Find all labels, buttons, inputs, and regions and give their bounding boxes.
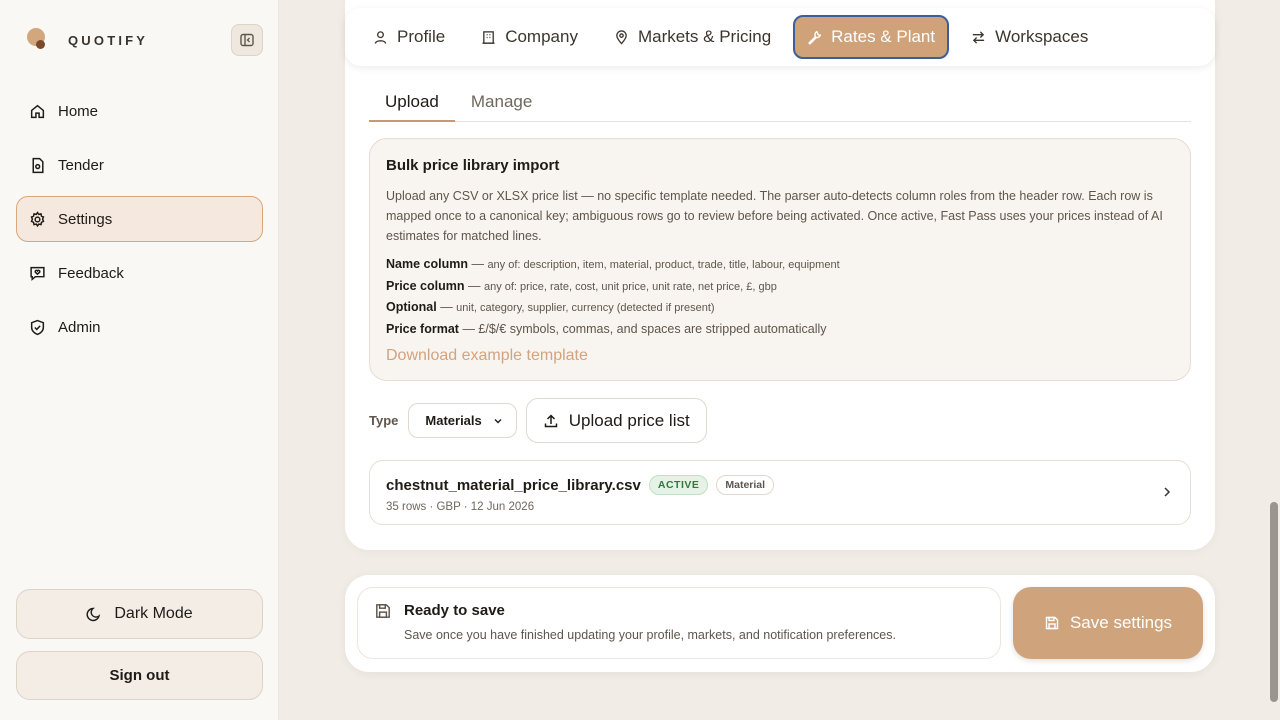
rule-label: Optional (386, 300, 437, 314)
rule-label: Price column (386, 278, 465, 293)
upload-icon (544, 413, 558, 427)
rule-price-column: Price column — any of: price, rate, cost… (386, 276, 1174, 298)
dark-mode-button[interactable]: Dark Mode (16, 589, 263, 639)
brand[interactable]: QUOTIFY (26, 28, 148, 52)
rule-separator: — (462, 321, 475, 336)
sidebar-item-home[interactable]: Home (16, 88, 263, 134)
subtab-manage[interactable]: Manage (455, 84, 548, 122)
rule-name-column: Name column — any of: description, item,… (386, 254, 1174, 276)
feedback-icon (30, 266, 45, 281)
logo-icon (26, 28, 48, 52)
rule-separator: — (471, 257, 484, 271)
chevron-down-icon (494, 418, 502, 423)
tab-workspaces[interactable]: Workspaces (957, 15, 1102, 59)
sidebar-item-label: Feedback (58, 264, 124, 282)
sidebar-item-settings[interactable]: Settings (16, 196, 263, 242)
moon-icon (86, 607, 101, 622)
sidebar-item-label: Admin (58, 318, 101, 336)
save-icon (376, 604, 390, 618)
type-select-value: Materials (425, 413, 482, 428)
file-meta: 35 rows · GBP · 12 Jun 2026 (386, 501, 535, 513)
building-icon (482, 30, 495, 44)
subtab-upload[interactable]: Upload (369, 84, 455, 122)
sidebar-item-label: Home (58, 102, 99, 120)
tab-label: Company (505, 27, 578, 46)
tab-markets-pricing[interactable]: Markets & Pricing (600, 15, 785, 59)
save-icon (1045, 616, 1059, 630)
home-icon (30, 104, 45, 118)
file-name: chestnut_material_price_library.csv (386, 476, 641, 494)
upload-price-list-button[interactable]: Upload price list (525, 398, 707, 443)
gear-icon (30, 210, 45, 227)
sidebar-item-label: Settings (58, 210, 113, 228)
save-status: Ready to save Save once you have finishe… (357, 587, 1001, 659)
rule-label: Price format (386, 321, 459, 336)
sidebar: QUOTIFY Home Tender Settings Feedback Ad… (0, 0, 279, 720)
sidebar-item-tender[interactable]: Tender (16, 142, 263, 188)
type-label: Type (369, 413, 399, 428)
shield-icon (30, 319, 45, 335)
settings-tabs: Profile Company Markets & Pricing Rates … (345, 8, 1215, 66)
upload-button-label: Upload price list (568, 410, 690, 430)
tab-label: Markets & Pricing (637, 27, 772, 46)
rule-separator: — (440, 300, 453, 314)
sidebar-nav: Home Tender Settings Feedback Admin (16, 88, 263, 358)
save-button-label: Save settings (1069, 613, 1173, 632)
chevron-right-icon (1164, 487, 1171, 497)
sidebar-item-admin[interactable]: Admin (16, 304, 263, 350)
import-title: Bulk price library import (386, 157, 560, 174)
save-settings-button[interactable]: Save settings (1013, 587, 1203, 659)
pin-icon (616, 29, 627, 45)
save-bar: Ready to save Save once you have finishe… (345, 575, 1215, 672)
rates-subtabs: Upload Manage (369, 84, 1191, 122)
swap-icon (972, 30, 985, 44)
document-icon (32, 157, 44, 173)
sidebar-item-feedback[interactable]: Feedback (16, 250, 263, 296)
type-badge: Material (716, 475, 775, 495)
rule-text: unit, category, supplier, currency (dete… (456, 302, 715, 314)
rule-separator: — (467, 278, 481, 293)
bulk-import-panel: Bulk price library import Upload any CSV… (369, 138, 1191, 381)
sign-out-label: Sign out (109, 667, 170, 684)
tab-label: Workspaces (995, 27, 1089, 46)
wrench-icon (808, 30, 822, 45)
sidebar-item-label: Tender (58, 156, 104, 174)
rule-text: any of: price, rate, cost, unit price, u… (483, 280, 777, 293)
sidebar-toggle-icon (240, 33, 254, 47)
tab-rates-plant[interactable]: Rates & Plant (793, 15, 950, 59)
tab-label: Profile (397, 27, 446, 46)
tab-company[interactable]: Company (467, 15, 592, 59)
dark-mode-label: Dark Mode (114, 605, 193, 622)
tab-profile[interactable]: Profile (359, 15, 459, 59)
rule-text: £/$/€ symbols, commas, and spaces are st… (478, 321, 827, 336)
save-title: Ready to save (404, 602, 505, 619)
status-badge: ACTIVE (648, 475, 709, 495)
rule-text: any of: description, item, material, pro… (487, 259, 840, 271)
rule-optional: Optional — unit, category, supplier, cur… (386, 297, 1174, 319)
download-template-link[interactable]: Download example template (386, 347, 1174, 365)
user-icon (374, 30, 387, 44)
sign-out-button[interactable]: Sign out (16, 651, 263, 700)
import-description: Upload any CSV or XLSX price list — no s… (386, 189, 1163, 243)
tab-label: Rates & Plant (831, 27, 936, 46)
save-description: Save once you have finished updating you… (404, 628, 896, 642)
upload-controls: Type Materials Upload price list (369, 398, 707, 443)
brand-name: QUOTIFY (68, 32, 149, 48)
scrollbar[interactable] (1270, 502, 1278, 702)
type-select[interactable]: Materials (408, 403, 517, 438)
collapse-sidebar-button[interactable] (231, 24, 263, 56)
rule-price-format: Price format — £/$/€ symbols, commas, an… (386, 319, 1174, 340)
list-item[interactable]: chestnut_material_price_library.csv ACTI… (369, 460, 1191, 525)
rule-label: Name column (386, 257, 468, 271)
